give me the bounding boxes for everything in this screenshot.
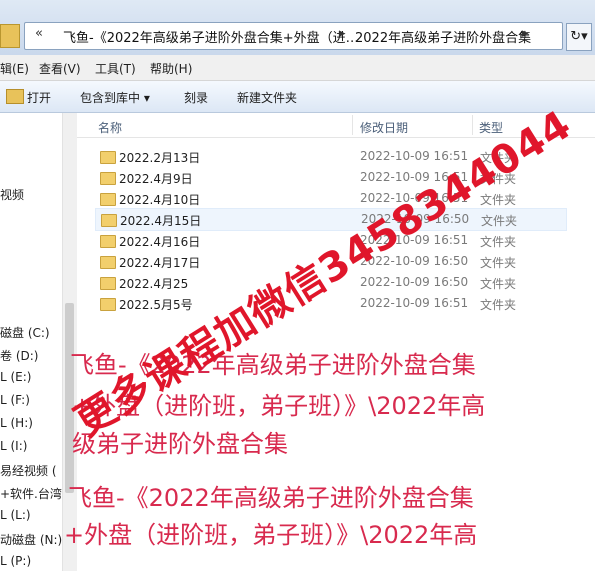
nav-item[interactable]: L (E:) [0, 370, 32, 384]
file-name: 2022.4月9日 [119, 172, 193, 186]
include-in-library-button[interactable]: 包含到库中 ▾ [80, 89, 150, 106]
nav-item[interactable]: 动磁盘 (N:) [0, 531, 62, 548]
nav-item[interactable]: L (F:) [0, 393, 30, 407]
menu-view[interactable]: 查看(V) [39, 60, 81, 77]
folder-icon [100, 151, 116, 164]
file-date: 2022-10-09 16:50 [360, 275, 469, 289]
address-field[interactable]: « 飞鱼-《2022年高级弟子进阶外盘合集+外盘（进… ▸ 2022年高级弟子进… [24, 22, 563, 50]
file-name: 2022.4月16日 [119, 235, 201, 249]
column-name[interactable]: 名称 [98, 119, 122, 136]
folder-icon [100, 298, 116, 311]
folder-icon [0, 24, 20, 48]
file-type: 文件夹 [480, 298, 517, 312]
column-date[interactable]: 修改日期 [360, 119, 408, 136]
file-row-selected[interactable]: 2022.4月15日 2022-10-09 16:50 文件夹 [95, 208, 567, 231]
nav-item[interactable]: L (P:) [0, 554, 31, 568]
overlay-text-line: 飞鱼-《2022年高级弟子进阶外盘合集 [68, 484, 474, 512]
file-type: 文件夹 [480, 235, 517, 249]
nav-item[interactable]: L (H:) [0, 416, 33, 430]
file-name: 2022.2月13日 [119, 151, 201, 165]
menu-bar: 辑(E) 查看(V) 工具(T) 帮助(H) [0, 55, 595, 81]
file-type: 文件夹 [481, 214, 518, 228]
menu-tools[interactable]: 工具(T) [95, 60, 136, 77]
file-type: 文件夹 [480, 277, 517, 291]
new-folder-button[interactable]: 新建文件夹 [237, 89, 297, 106]
file-name: 2022.4月17日 [119, 256, 201, 270]
breadcrumb-current[interactable]: 2022年高级弟子进阶外盘合集 [355, 27, 531, 46]
burn-button[interactable]: 刻录 [184, 89, 208, 106]
nav-item[interactable]: 磁盘 (C:) [0, 324, 50, 341]
file-date: 2022-10-09 16:51 [360, 296, 469, 310]
folder-icon [100, 235, 116, 248]
address-overflow-chevron[interactable]: « [35, 26, 43, 41]
open-icon [6, 89, 24, 104]
breadcrumb-parent[interactable]: 飞鱼-《2022年高级弟子进阶外盘合集+外盘（进… [63, 27, 359, 46]
nav-item[interactable]: 视频 [0, 186, 24, 203]
folder-icon [101, 214, 117, 227]
folder-icon [100, 277, 116, 290]
breadcrumb-arrow-icon[interactable]: ▸ [339, 26, 346, 41]
folder-icon [100, 193, 116, 206]
file-name: 2022.4月25 [119, 277, 189, 291]
folder-icon [100, 172, 116, 185]
nav-item[interactable]: L (L:) [0, 508, 31, 522]
menu-edit[interactable]: 辑(E) [0, 60, 29, 77]
nav-item[interactable]: 卷 (D:) [0, 347, 38, 364]
breadcrumb-arrow-icon[interactable]: ▸ [522, 26, 529, 41]
nav-item[interactable]: +软件.台湾 [0, 485, 62, 502]
nav-item[interactable]: 易经视频 ( [0, 462, 57, 479]
file-name: 2022.5月5号 [119, 298, 193, 312]
overlay-text-line: +外盘（进阶班，弟子班）》\2022年高 [64, 521, 478, 549]
file-name: 2022.4月15日 [120, 214, 202, 228]
navigation-pane: 视频 磁盘 (C:) 卷 (D:) L (E:) L (F:) L (H:) L… [0, 113, 63, 571]
file-type: 文件夹 [480, 256, 517, 270]
nav-item[interactable]: L (I:) [0, 439, 27, 453]
file-name: 2022.4月10日 [119, 193, 201, 207]
folder-icon [100, 256, 116, 269]
address-bar-area: « 飞鱼-《2022年高级弟子进阶外盘合集+外盘（进… ▸ 2022年高级弟子进… [0, 0, 595, 55]
open-button[interactable]: 打开 [27, 89, 51, 106]
menu-help[interactable]: 帮助(H) [150, 60, 192, 77]
command-toolbar: 打开 包含到库中 ▾ 刻录 新建文件夹 [0, 81, 595, 113]
refresh-button[interactable]: ↻▾ [566, 23, 592, 51]
